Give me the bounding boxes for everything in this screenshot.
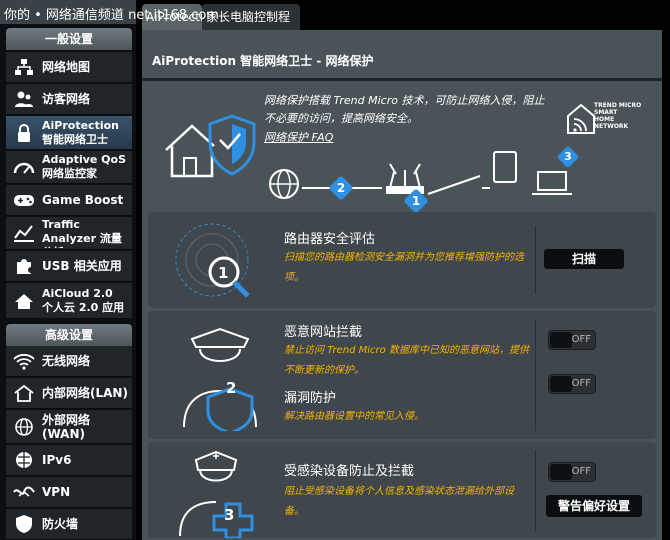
card-badge-1: 1 bbox=[218, 264, 229, 282]
card-badge-3: 3 bbox=[224, 506, 235, 524]
sidebar-item-label: 内部网络(LAN) bbox=[42, 386, 128, 400]
sidebar-item-label: 网络地图 bbox=[42, 60, 91, 74]
main-panel: AiProtection 智能网络卫士 - 网络保护 网络保护搭载 Trend … bbox=[142, 30, 662, 540]
sidebar-item-network-map[interactable]: 网络地图 bbox=[6, 52, 132, 83]
sidebar-item-aiprotection[interactable]: AiProtection 智能网络卫士 bbox=[6, 116, 132, 150]
ipv6-globe-icon bbox=[12, 450, 36, 470]
diagram-badge-1: 1 bbox=[411, 194, 421, 208]
vpn-icon bbox=[12, 484, 36, 500]
sidebar-item-lan[interactable]: 内部网络(LAN) bbox=[6, 378, 132, 409]
sidebar-item-label: 防火墙 bbox=[42, 517, 79, 531]
router-assessment-title: 路由器安全评估 bbox=[284, 232, 376, 247]
alert-preference-button[interactable]: 警告偏好设置 bbox=[546, 495, 642, 517]
toggle-knob bbox=[550, 332, 572, 348]
trend-micro-logo-text: TREND MICRO SMART HOME NETWORK bbox=[594, 102, 642, 130]
wifi-icon bbox=[12, 352, 36, 370]
sidebar-item-label: Traffic Analyzer 流量分析 bbox=[42, 218, 122, 248]
medic-icon bbox=[179, 450, 254, 538]
radar-scan-icon bbox=[175, 223, 250, 298]
gamepad-icon bbox=[12, 192, 36, 208]
toggle-knob bbox=[550, 376, 572, 392]
traffic-chart-icon bbox=[12, 224, 36, 242]
sidebar-item-ipv6[interactable]: IPv6 bbox=[6, 445, 132, 476]
sidebar-item-label: Adaptive QoS 网络监控家 bbox=[42, 153, 127, 180]
toggle-state-label: OFF bbox=[571, 466, 591, 477]
card-separator bbox=[535, 319, 536, 431]
puzzle-icon bbox=[12, 256, 36, 276]
sidebar-item-vpn[interactable]: VPN bbox=[6, 477, 132, 508]
toggle-state-label: OFF bbox=[571, 334, 591, 345]
sidebar: 一般设置 网络地图 访客网络 AiProtection 智能网络卫士 Adapt… bbox=[0, 0, 136, 540]
watermark-text: 你的 • 网络通信频道 net.it168.com bbox=[4, 8, 219, 23]
sidebar-item-wireless[interactable]: 无线网络 bbox=[6, 346, 132, 377]
malicious-sites-card: 2 恶意网站拦截 禁止访问 Trend Micro 数据库中已知的恶意网站，提供… bbox=[148, 311, 656, 439]
card-separator bbox=[535, 226, 536, 294]
aiprotection-lock-icon bbox=[12, 123, 36, 143]
sidebar-item-label: USB 相关应用 bbox=[42, 259, 122, 273]
card-badge-2: 2 bbox=[226, 379, 237, 397]
globe-icon bbox=[12, 417, 36, 437]
firewall-shield-icon bbox=[12, 514, 36, 534]
router-assessment-card: 1 路由器安全评估 扫描您的路由器检测安全漏洞并为您推荐增强防护的选项。 扫描 bbox=[148, 212, 656, 308]
vulnerability-protection-toggle[interactable]: OFF bbox=[548, 374, 596, 394]
sidebar-item-adaptive-qos[interactable]: Adaptive QoS 网络监控家 bbox=[6, 151, 132, 184]
sidebar-item-label: AiCloud 2.0 个人云 2.0 应用 bbox=[42, 286, 125, 314]
malicious-sites-toggle[interactable]: OFF bbox=[548, 330, 596, 350]
infected-device-toggle[interactable]: OFF bbox=[548, 462, 596, 482]
scan-button[interactable]: 扫描 bbox=[544, 249, 624, 269]
card-separator bbox=[535, 450, 536, 532]
security-guard-icon bbox=[183, 327, 257, 431]
sidebar-item-label: 无线网络 bbox=[42, 354, 91, 368]
cloud-home-icon bbox=[12, 292, 36, 310]
toggle-state-label: OFF bbox=[571, 378, 591, 389]
sidebar-item-game-boost[interactable]: Game Boost bbox=[6, 185, 132, 216]
infected-device-title: 受感染设备防止及拦截 bbox=[284, 464, 415, 479]
diagram-badge-2: 2 bbox=[336, 181, 346, 195]
malicious-sites-desc: 禁止访问 Trend Micro 数据库中已知的恶意网站，提供不断更新的保护。 bbox=[284, 345, 529, 376]
advanced-settings-header: 高级设置 bbox=[6, 324, 132, 346]
sidebar-item-label: 外部网络 (WAN) bbox=[42, 412, 91, 441]
sidebar-item-firewall[interactable]: 防火墙 bbox=[6, 509, 132, 540]
sidebar-item-aicloud[interactable]: AiCloud 2.0 个人云 2.0 应用 bbox=[6, 283, 132, 319]
aiprotection-description: 网络保护搭载 Trend Micro 技术，可防止网络入侵，阻止不必要的访问，提… bbox=[264, 94, 545, 125]
faq-link[interactable]: 网络保护 FAQ bbox=[264, 129, 333, 145]
sidebar-item-guest-network[interactable]: 访客网络 bbox=[6, 84, 132, 115]
sidebar-item-label: VPN bbox=[42, 485, 71, 499]
malicious-sites-title: 恶意网站拦截 bbox=[284, 325, 363, 340]
router-assessment-desc: 扫描您的路由器检测安全漏洞并为您推荐增强防护的选项。 bbox=[284, 252, 524, 283]
general-settings-header: 一般设置 bbox=[6, 28, 132, 50]
sidebar-item-label: AiProtection 智能网络卫士 bbox=[42, 118, 119, 146]
title-divider bbox=[142, 78, 662, 81]
sidebar-item-wan[interactable]: 外部网络 (WAN) bbox=[6, 410, 132, 444]
vulnerability-protection-desc: 解决路由器设置中的常见入侵。 bbox=[284, 411, 424, 422]
sidebar-item-label: Game Boost bbox=[42, 193, 124, 207]
diagram-badge-3: 3 bbox=[564, 150, 572, 163]
page-title: AiProtection 智能网络卫士 - 网络保护 bbox=[152, 54, 374, 68]
infected-device-desc: 阻止受感染设备将个人信息及感染状态泄漏给外部设备。 bbox=[284, 486, 514, 517]
toggle-knob bbox=[550, 464, 572, 480]
guest-network-icon bbox=[12, 90, 36, 108]
sidebar-item-label: 访客网络 bbox=[42, 92, 91, 106]
sidebar-item-label: IPv6 bbox=[42, 453, 72, 467]
lan-home-icon bbox=[12, 384, 36, 402]
network-map-icon bbox=[12, 58, 36, 76]
sidebar-item-usb[interactable]: USB 相关应用 bbox=[6, 251, 132, 282]
infected-device-card: 3 受感染设备防止及拦截 阻止受感染设备将个人信息及感染状态泄漏给外部设备。 O… bbox=[148, 442, 656, 538]
vulnerability-protection-title: 漏洞防护 bbox=[284, 391, 337, 406]
qos-gauge-icon bbox=[12, 158, 36, 176]
sidebar-item-traffic-analyzer[interactable]: Traffic Analyzer 流量分析 bbox=[6, 217, 132, 250]
home-shield-illustration bbox=[165, 114, 256, 178]
